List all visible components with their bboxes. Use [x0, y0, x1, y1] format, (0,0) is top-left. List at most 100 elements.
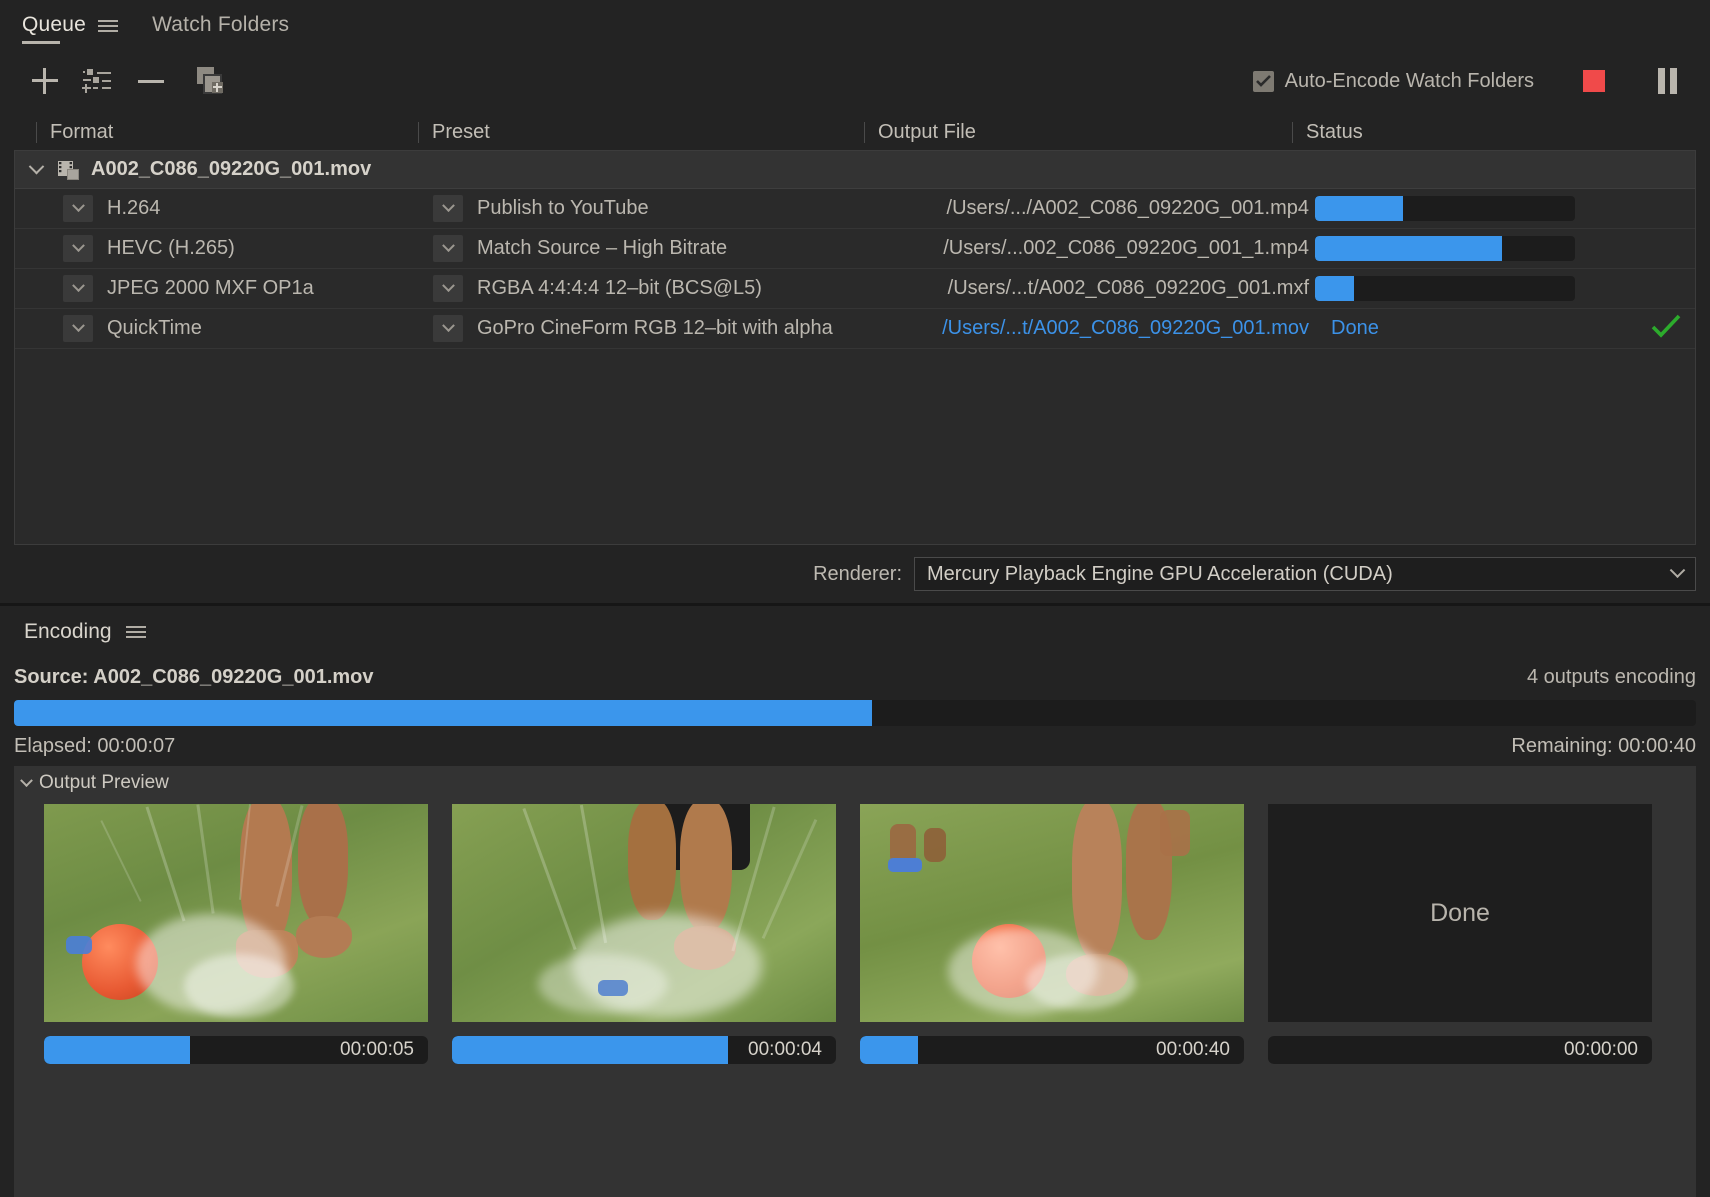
tab-queue-label: Queue: [22, 13, 86, 39]
cell-output-file[interactable]: /Users/.../A002_C086_09220G_001.mp4: [881, 189, 1313, 229]
queue-output-row[interactable]: QuickTime GoPro CineForm RGB 12–bit with…: [15, 309, 1695, 349]
preview-thumbnail[interactable]: [44, 804, 428, 1022]
output-file-value: /Users/...t/A002_C086_09220G_001.mov: [942, 317, 1309, 340]
plus-icon: [32, 68, 58, 94]
cell-format: HEVC (H.265): [15, 229, 433, 269]
preview-progress-bar: 00:00:40: [860, 1036, 1244, 1064]
duplicate-button[interactable]: [188, 61, 234, 101]
disclosure-triangle-icon[interactable]: [25, 164, 47, 175]
pause-icon-bar-right: [1670, 68, 1677, 94]
cell-output-file-link[interactable]: /Users/...t/A002_C086_09220G_001.mov: [881, 309, 1313, 349]
renderer-bar: Renderer: Mercury Playback Engine GPU Ac…: [0, 545, 1710, 603]
toolbar-right-group: Auto-Encode Watch Folders: [1253, 61, 1690, 101]
preview-time-label: 00:00:40: [1156, 1039, 1230, 1061]
output-preview-item: Done 00:00:00: [1268, 804, 1652, 1064]
stop-queue-button[interactable]: [1572, 61, 1616, 101]
minus-icon: [138, 80, 164, 83]
cell-status: [1313, 189, 1695, 229]
format-dropdown-icon[interactable]: [63, 235, 93, 262]
encoding-panel-menu-icon[interactable]: [126, 625, 146, 639]
pause-queue-button[interactable]: [1644, 61, 1690, 101]
cell-status: Done: [1313, 309, 1695, 349]
queue-panel: Queue Watch Folders: [0, 0, 1710, 603]
queue-output-row[interactable]: HEVC (H.265) Match Source – High Bitrate…: [15, 229, 1695, 269]
cell-format: H.264: [15, 189, 433, 229]
cell-format: QuickTime: [15, 309, 433, 349]
status-progress-fill: [1315, 196, 1403, 221]
cell-status: [1313, 269, 1695, 309]
preview-thumbnail[interactable]: [860, 804, 1244, 1022]
tab-watch-folders[interactable]: Watch Folders: [152, 0, 289, 52]
auto-encode-watch-folders-checkbox[interactable]: Auto-Encode Watch Folders: [1253, 70, 1534, 93]
preset-value: RGBA 4:4:4:4 12–bit (BCS@L5): [477, 277, 762, 300]
cell-preset: GoPro CineForm RGB 12–bit with alpha: [433, 309, 881, 349]
encoding-source-label: Source: A002_C086_09220G_001.mov: [14, 666, 374, 689]
column-header-output-file[interactable]: Output File: [864, 121, 1292, 144]
status-progress-bar: [1315, 196, 1575, 221]
column-header-format[interactable]: Format: [36, 121, 418, 144]
chevron-down-icon: [20, 774, 33, 787]
tab-watch-folders-label: Watch Folders: [152, 13, 289, 39]
preset-value: Publish to YouTube: [477, 197, 649, 220]
status-progress-bar: [1315, 276, 1575, 301]
preset-dropdown-icon[interactable]: [433, 315, 463, 342]
cell-format: JPEG 2000 MXF OP1a: [15, 269, 433, 309]
preview-image: [860, 804, 1244, 1022]
encoding-source-row: Source: A002_C086_09220G_001.mov 4 outpu…: [0, 658, 1710, 696]
preset-value: GoPro CineForm RGB 12–bit with alpha: [477, 317, 833, 340]
cell-preset: Publish to YouTube: [433, 189, 881, 229]
queue-panel-menu-icon[interactable]: [98, 19, 118, 33]
chevron-down-icon: [1670, 562, 1686, 578]
column-header-status[interactable]: Status: [1292, 121, 1572, 144]
queue-output-row[interactable]: H.264 Publish to YouTube /Users/.../A002…: [15, 189, 1695, 229]
format-dropdown-icon[interactable]: [63, 315, 93, 342]
format-dropdown-icon[interactable]: [63, 195, 93, 222]
encoding-times-row: Elapsed: 00:00:07 Remaining: 00:00:40: [0, 726, 1710, 766]
queue-source-row[interactable]: A002_C086_09220G_001.mov: [15, 151, 1695, 189]
preview-time-label: 00:00:00: [1564, 1039, 1638, 1061]
elapsed-time: Elapsed: 00:00:07: [14, 735, 175, 758]
encoding-panel: Encoding Source: A002_C086_09220G_001.mo…: [0, 606, 1710, 1197]
preset-list-icon: [82, 68, 112, 94]
tab-queue-underline: [22, 41, 60, 44]
add-preset-button[interactable]: [74, 61, 120, 101]
media-encoder-window: Queue Watch Folders: [0, 0, 1710, 1197]
preview-done-label: Done: [1430, 899, 1490, 928]
renderer-value: Mercury Playback Engine GPU Acceleration…: [927, 563, 1393, 586]
preview-progress-bar: 00:00:00: [1268, 1036, 1652, 1064]
output-preview-thumbnails: 00:00:05: [14, 800, 1696, 1064]
queue-output-row[interactable]: JPEG 2000 MXF OP1a RGBA 4:4:4:4 12–bit (…: [15, 269, 1695, 309]
format-value: HEVC (H.265): [107, 237, 235, 260]
auto-encode-label: Auto-Encode Watch Folders: [1285, 70, 1534, 93]
preview-time-label: 00:00:04: [748, 1039, 822, 1061]
remove-button[interactable]: [128, 61, 174, 101]
preview-thumbnail[interactable]: [452, 804, 836, 1022]
queue-toolbar: Auto-Encode Watch Folders: [0, 52, 1710, 110]
cell-status: [1313, 229, 1695, 269]
remaining-time: Remaining: 00:00:40: [1511, 735, 1696, 758]
column-header-preset[interactable]: Preset: [418, 121, 864, 144]
preset-dropdown-icon[interactable]: [433, 275, 463, 302]
format-value: JPEG 2000 MXF OP1a: [107, 277, 314, 300]
preview-thumbnail-done[interactable]: Done: [1268, 804, 1652, 1022]
format-value: QuickTime: [107, 317, 202, 340]
overall-progress-fill: [14, 700, 872, 726]
add-source-button[interactable]: [22, 61, 68, 101]
preview-progress-fill: [44, 1036, 190, 1064]
cell-output-file[interactable]: /Users/...t/A002_C086_09220G_001.mxf: [881, 269, 1313, 309]
preview-time-label: 00:00:05: [340, 1039, 414, 1061]
cell-preset: Match Source – High Bitrate: [433, 229, 881, 269]
preview-progress-fill: [860, 1036, 918, 1064]
output-file-value: /Users/...t/A002_C086_09220G_001.mxf: [948, 277, 1309, 300]
renderer-dropdown[interactable]: Mercury Playback Engine GPU Acceleration…: [914, 557, 1696, 591]
preview-progress-fill: [452, 1036, 728, 1064]
cell-output-file[interactable]: /Users/...002_C086_09220G_001_1.mp4: [881, 229, 1313, 269]
preset-dropdown-icon[interactable]: [433, 235, 463, 262]
output-preview-header[interactable]: Output Preview: [14, 766, 1696, 800]
preset-dropdown-icon[interactable]: [433, 195, 463, 222]
output-preview-section: Output Preview: [14, 766, 1696, 1197]
cell-preset: RGBA 4:4:4:4 12–bit (BCS@L5): [433, 269, 881, 309]
tab-queue[interactable]: Queue: [22, 0, 86, 52]
format-dropdown-icon[interactable]: [63, 275, 93, 302]
film-clip-icon: [57, 159, 81, 181]
